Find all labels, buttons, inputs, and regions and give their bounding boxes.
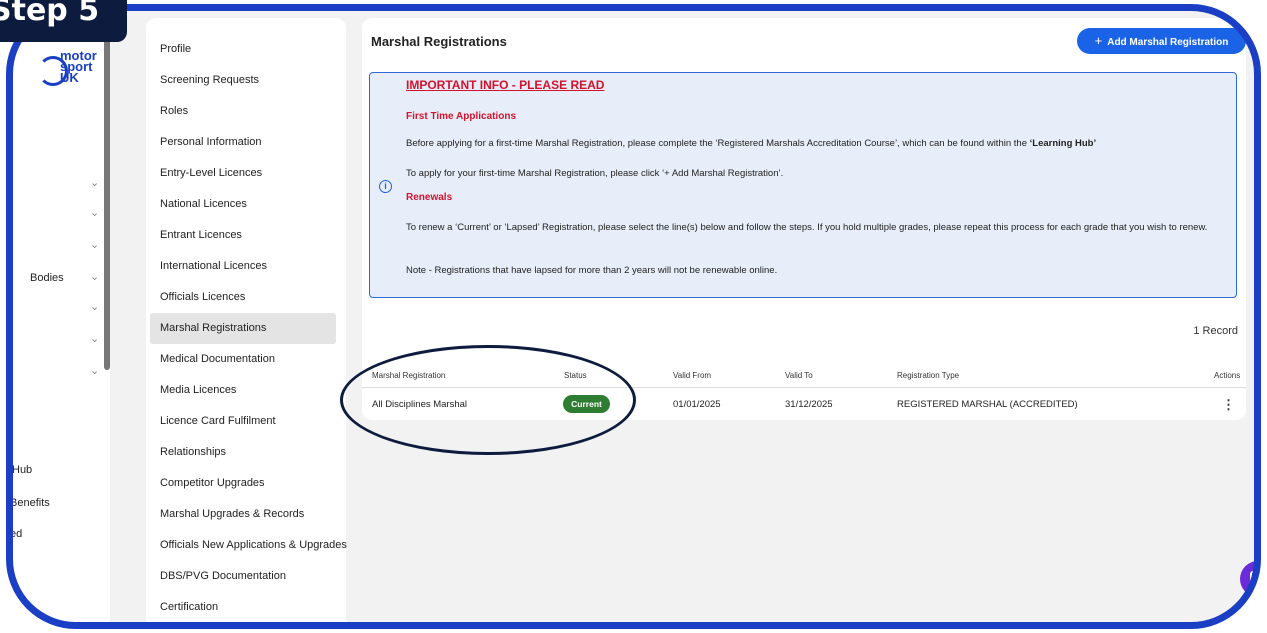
first-time-text: Before applying for a first-time Marshal… xyxy=(406,138,1097,149)
left-nav-rail: motor sport UK ⌄ ⌄ ⌄ Bodies ⌄ ⌄ ⌄ ⌄ Hub … xyxy=(10,8,110,626)
menu-item-personal-information[interactable]: Personal Information xyxy=(150,127,336,158)
important-info-box: i IMPORTANT INFO - PLEASE READ First Tim… xyxy=(369,72,1237,298)
info-heading: IMPORTANT INFO - PLEASE READ xyxy=(406,78,605,92)
app-window: motor sport UK ⌄ ⌄ ⌄ Bodies ⌄ ⌄ ⌄ ⌄ Hub … xyxy=(10,8,1257,626)
rail-item-hub[interactable]: Hub xyxy=(12,464,32,476)
col-status[interactable]: Status xyxy=(564,371,587,380)
menu-item-media-licences[interactable]: Media Licences xyxy=(150,375,336,406)
menu-item-dbs-pvg-documentation[interactable]: DBS/PVG Documentation xyxy=(150,561,336,592)
motorsport-uk-logo[interactable]: motor sport UK xyxy=(38,49,108,100)
col-valid-to[interactable]: Valid To xyxy=(785,371,813,380)
col-actions: Actions xyxy=(1214,371,1241,380)
screenshot-frame: motor sport UK ⌄ ⌄ ⌄ Bodies ⌄ ⌄ ⌄ ⌄ Hub … xyxy=(0,0,1267,633)
col-valid-from[interactable]: Valid From xyxy=(673,371,711,380)
note-text: Note - Registrations that have lapsed fo… xyxy=(406,265,778,276)
chevron-down-icon[interactable]: ⌄ xyxy=(90,364,99,377)
profile-section-menu: Profile Screening Requests Roles Persona… xyxy=(146,18,347,626)
learning-hub-link[interactable]: ‘Learning Hub’ xyxy=(1030,138,1097,149)
menu-item-screening-requests[interactable]: Screening Requests xyxy=(150,65,336,96)
menu-item-international-licences[interactable]: International Licences xyxy=(150,251,336,282)
menu-item-entry-level-licences[interactable]: Entry-Level Licences xyxy=(150,158,336,189)
chevron-down-icon[interactable]: ⌄ xyxy=(90,176,99,189)
chevron-down-icon[interactable]: ⌄ xyxy=(90,206,99,219)
marshal-registrations-panel: Marshal Registrations + Add Marshal Regis… xyxy=(362,18,1246,420)
menu-item-entrant-licences[interactable]: Entrant Licences xyxy=(150,220,336,251)
menu-item-medical-documentation[interactable]: Medical Documentation xyxy=(150,344,336,375)
rail-item-benefits[interactable]: Benefits xyxy=(10,497,50,509)
cell-valid-to: 31/12/2025 xyxy=(785,399,833,410)
menu-item-profile[interactable]: Profile xyxy=(150,34,336,65)
info-icon: i xyxy=(379,180,392,193)
more-actions-icon[interactable]: ⋮ xyxy=(1222,397,1235,413)
cell-registration-type: REGISTERED MARSHAL (ACCREDITED) xyxy=(897,399,1078,410)
status-badge: Current xyxy=(563,395,610,413)
menu-item-competitor-upgrades[interactable]: Competitor Upgrades xyxy=(150,468,336,499)
renewals-title: Renewals xyxy=(406,192,453,203)
plus-icon: + xyxy=(1094,33,1103,48)
chevron-down-icon[interactable]: ⌄ xyxy=(90,238,99,251)
menu-item-officials-licences[interactable]: Officials Licences xyxy=(150,282,336,313)
table-row[interactable]: All Disciplines Marshal Current 01/01/20… xyxy=(362,389,1246,419)
menu-item-marshal-upgrades-records[interactable]: Marshal Upgrades & Records xyxy=(150,499,336,530)
col-registration-type[interactable]: Registration Type xyxy=(897,371,959,380)
apply-text: To apply for your first-time Marshal Reg… xyxy=(406,168,784,179)
rail-item-ed[interactable]: ed xyxy=(10,528,22,540)
renewals-text: To renew a ‘Current’ or ‘Lapsed’ Registr… xyxy=(406,222,1208,233)
add-marshal-registration-button[interactable]: + Add Marshal Registration xyxy=(1077,28,1246,54)
menu-item-roles[interactable]: Roles xyxy=(150,96,336,127)
cell-valid-from: 01/01/2025 xyxy=(673,399,721,410)
menu-item-national-licences[interactable]: National Licences xyxy=(150,189,336,220)
page-title: Marshal Registrations xyxy=(371,34,507,49)
chevron-down-icon[interactable]: ⌄ xyxy=(90,270,99,283)
rail-scrollbar[interactable] xyxy=(104,8,110,370)
chevron-down-icon[interactable]: ⌄ xyxy=(90,332,99,345)
menu-item-marshal-registrations[interactable]: Marshal Registrations xyxy=(150,313,336,344)
table-header: Marshal Registration Status Valid From V… xyxy=(362,364,1246,388)
step-badge: Step 5 xyxy=(0,0,127,42)
menu-item-relationships[interactable]: Relationships xyxy=(150,437,336,468)
menu-item-officials-new-applications[interactable]: Officials New Applications & Upgrades xyxy=(150,530,347,561)
records-count: 1 Record xyxy=(1193,325,1238,337)
menu-item-licence-card-fulfilment[interactable]: Licence Card Fulfilment xyxy=(150,406,336,437)
first-time-title: First Time Applications xyxy=(406,111,517,122)
col-marshal-registration[interactable]: Marshal Registration xyxy=(372,371,445,380)
menu-item-certification[interactable]: Certification xyxy=(150,592,336,623)
chat-widget-icon[interactable] xyxy=(1240,561,1257,597)
chevron-down-icon[interactable]: ⌄ xyxy=(90,300,99,313)
cell-registration: All Disciplines Marshal xyxy=(372,399,468,410)
rail-item-bodies[interactable]: Bodies xyxy=(30,272,64,284)
